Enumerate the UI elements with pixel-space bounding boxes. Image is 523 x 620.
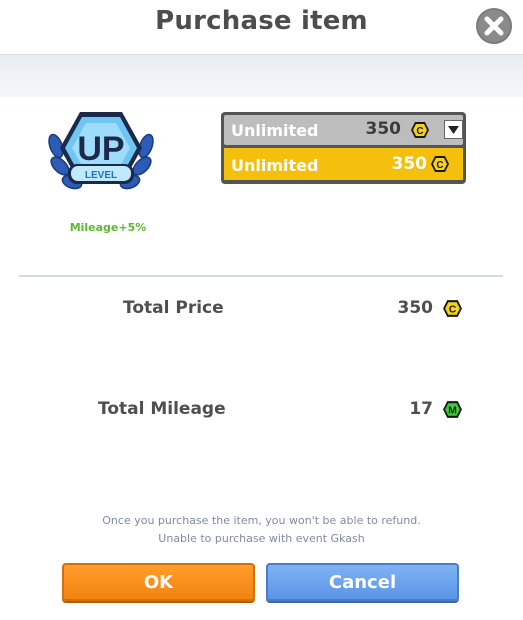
- refund-notice: Once you purchase the item, you won't be…: [102, 514, 421, 527]
- total-mileage-value: 17: [409, 399, 433, 419]
- mileage-bonus-label: Mileage+5%: [69, 221, 147, 234]
- dialog-title: Purchase item: [155, 6, 368, 36]
- total-mileage-label: Total Mileage: [98, 399, 226, 419]
- c-coin-icon: C: [431, 156, 449, 172]
- close-button[interactable]: [476, 8, 512, 44]
- badge-level-text: LEVEL: [85, 170, 117, 181]
- duration-dropdown[interactable]: Unlimited 350 C Unlimited 350 C: [221, 112, 466, 184]
- dialog-header: Purchase item: [0, 0, 523, 55]
- total-price-label: Total Price: [123, 298, 224, 318]
- m-mileage-icon: M: [443, 401, 462, 418]
- header-band: [0, 55, 523, 97]
- option-duration-label: Unlimited: [231, 156, 319, 175]
- svg-text:C: C: [416, 126, 423, 137]
- level-up-item-icon: UP LEVEL: [46, 104, 156, 200]
- dropdown-arrow-button[interactable]: [444, 120, 463, 139]
- dropdown-arrow-icon: [448, 126, 459, 134]
- svg-text:M: M: [448, 405, 457, 417]
- badge-up-text: UP: [77, 130, 124, 168]
- c-coin-icon: C: [443, 300, 462, 317]
- gkash-notice: Unable to purchase with event Gkash: [158, 532, 365, 545]
- svg-text:C: C: [449, 304, 457, 316]
- selected-duration-label: Unlimited: [231, 121, 319, 140]
- cancel-button[interactable]: Cancel: [266, 563, 459, 601]
- dropdown-option-unlimited[interactable]: Unlimited 350 C: [224, 148, 463, 180]
- option-price: 350: [391, 154, 428, 174]
- ok-button[interactable]: OK: [62, 563, 255, 601]
- svg-text:C: C: [436, 160, 443, 171]
- section-divider: [19, 275, 503, 277]
- dropdown-selected[interactable]: Unlimited 350 C: [224, 115, 463, 145]
- c-coin-icon: C: [411, 122, 429, 138]
- selected-price: 350: [365, 119, 402, 139]
- close-icon: [484, 16, 504, 36]
- total-price-value: 350: [397, 298, 434, 318]
